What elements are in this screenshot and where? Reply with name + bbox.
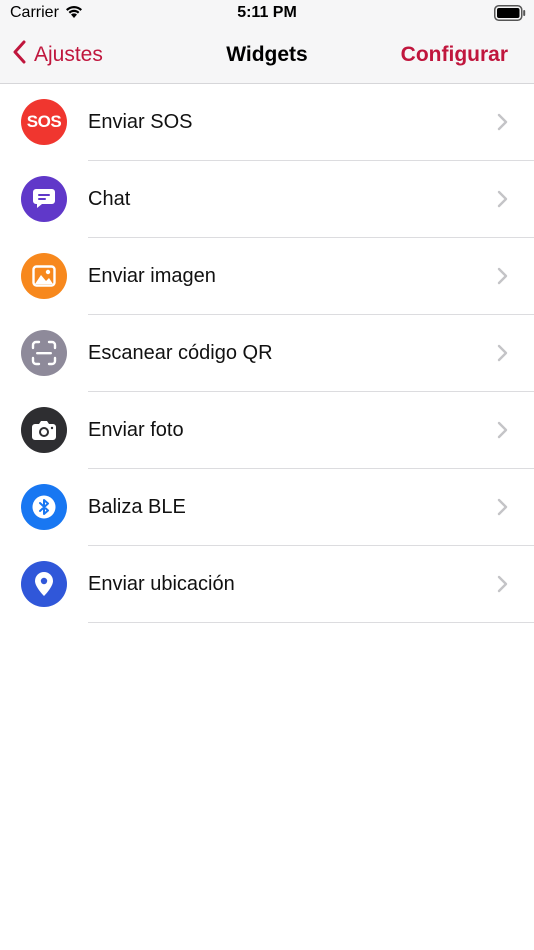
back-button-label: Ajustes [34,42,103,66]
list-item-label: Enviar foto [88,419,184,441]
back-button[interactable]: Ajustes [12,26,103,83]
list-item-label: Chat [88,188,131,210]
sos-icon-text: SOS [26,112,62,131]
chevron-right-icon [497,190,508,213]
location-pin-icon [21,561,67,607]
battery-icon [494,5,526,26]
list-item-label: Escanear código QR [88,342,273,364]
list-item-baliza-ble[interactable]: Baliza BLE [0,469,534,546]
sos-icon: SOS [21,99,67,145]
bluetooth-icon [21,484,67,530]
image-icon [21,253,67,299]
list-item-label: Enviar ubicación [88,573,235,595]
chevron-right-icon [497,421,508,444]
list-item-label: Enviar imagen [88,265,216,287]
chevron-right-icon [497,498,508,521]
chevron-right-icon [497,267,508,290]
chevron-right-icon [497,575,508,598]
list-item-chat[interactable]: Chat [0,161,534,238]
navigation-bar: Ajustes Widgets Configurar [0,26,534,84]
qr-scan-icon [21,330,67,376]
list-item-enviar-imagen[interactable]: Enviar imagen [0,238,534,315]
widgets-list: SOS Enviar SOS Chat Enviar imagen Escane… [0,84,534,623]
chevron-left-icon [12,40,26,69]
chevron-right-icon [497,344,508,367]
list-item-enviar-ubicacion[interactable]: Enviar ubicación [0,546,534,623]
status-bar: Carrier 5:11 PM [0,0,534,26]
chat-bubble-icon [21,176,67,222]
list-item-escanear-codigo-qr[interactable]: Escanear código QR [0,315,534,392]
list-item-label: Baliza BLE [88,496,186,518]
list-item-enviar-sos[interactable]: SOS Enviar SOS [0,84,534,161]
configure-button[interactable]: Configurar [401,26,508,83]
list-item-enviar-foto[interactable]: Enviar foto [0,392,534,469]
clock-label: 5:11 PM [237,4,297,21]
chevron-right-icon [497,113,508,136]
camera-icon [21,407,67,453]
list-item-label: Enviar SOS [88,111,193,133]
